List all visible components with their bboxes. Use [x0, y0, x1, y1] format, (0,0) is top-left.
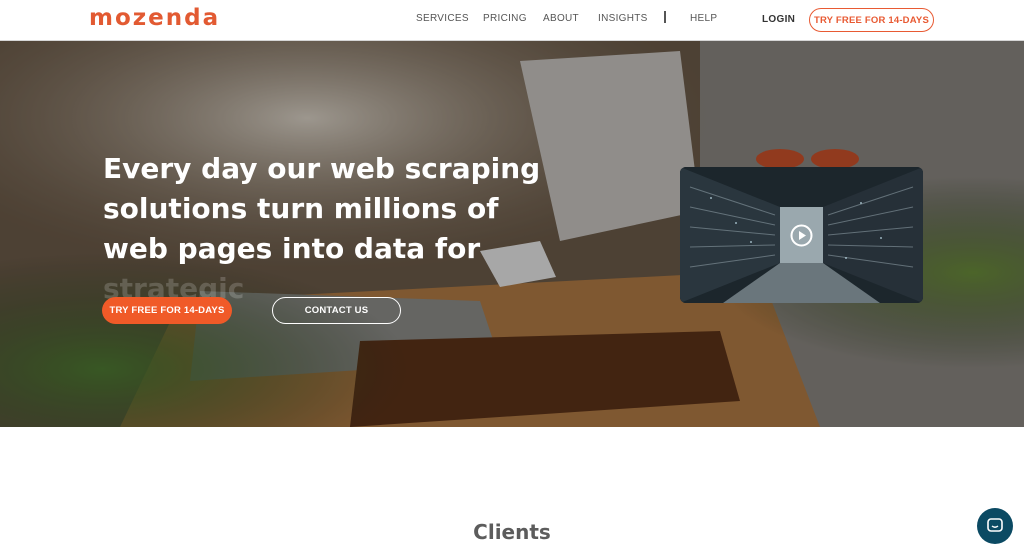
hero-headline: Every day our web scraping solutions tur… [103, 149, 573, 309]
hero-try-free-button[interactable]: TRY FREE FOR 14-DAYS [102, 297, 232, 324]
nav-divider [664, 11, 666, 23]
login-link[interactable]: LOGIN [762, 14, 795, 25]
header-try-free-button[interactable]: TRY FREE FOR 14-DAYS [809, 8, 934, 32]
site-header: mozenda SERVICES PRICING ABOUT INSIGHTS … [0, 0, 1024, 41]
hero-headline-text: Every day our web scraping solutions tur… [103, 152, 541, 265]
nav-about[interactable]: ABOUT [543, 13, 579, 24]
hero-section: Every day our web scraping solutions tur… [0, 41, 1024, 427]
nav-pricing[interactable]: PRICING [483, 13, 527, 24]
play-icon[interactable] [790, 224, 813, 247]
mozenda-logo[interactable]: mozenda [89, 5, 220, 31]
nav-help[interactable]: HELP [690, 13, 717, 24]
chat-icon [987, 518, 1003, 532]
chat-widget-button[interactable] [977, 508, 1013, 544]
nav-services[interactable]: SERVICES [416, 13, 469, 24]
contact-us-button[interactable]: CONTACT US [272, 297, 401, 324]
clients-heading: Clients [473, 520, 551, 544]
video-thumbnail[interactable] [680, 167, 923, 303]
nav-insights[interactable]: INSIGHTS [598, 13, 648, 24]
